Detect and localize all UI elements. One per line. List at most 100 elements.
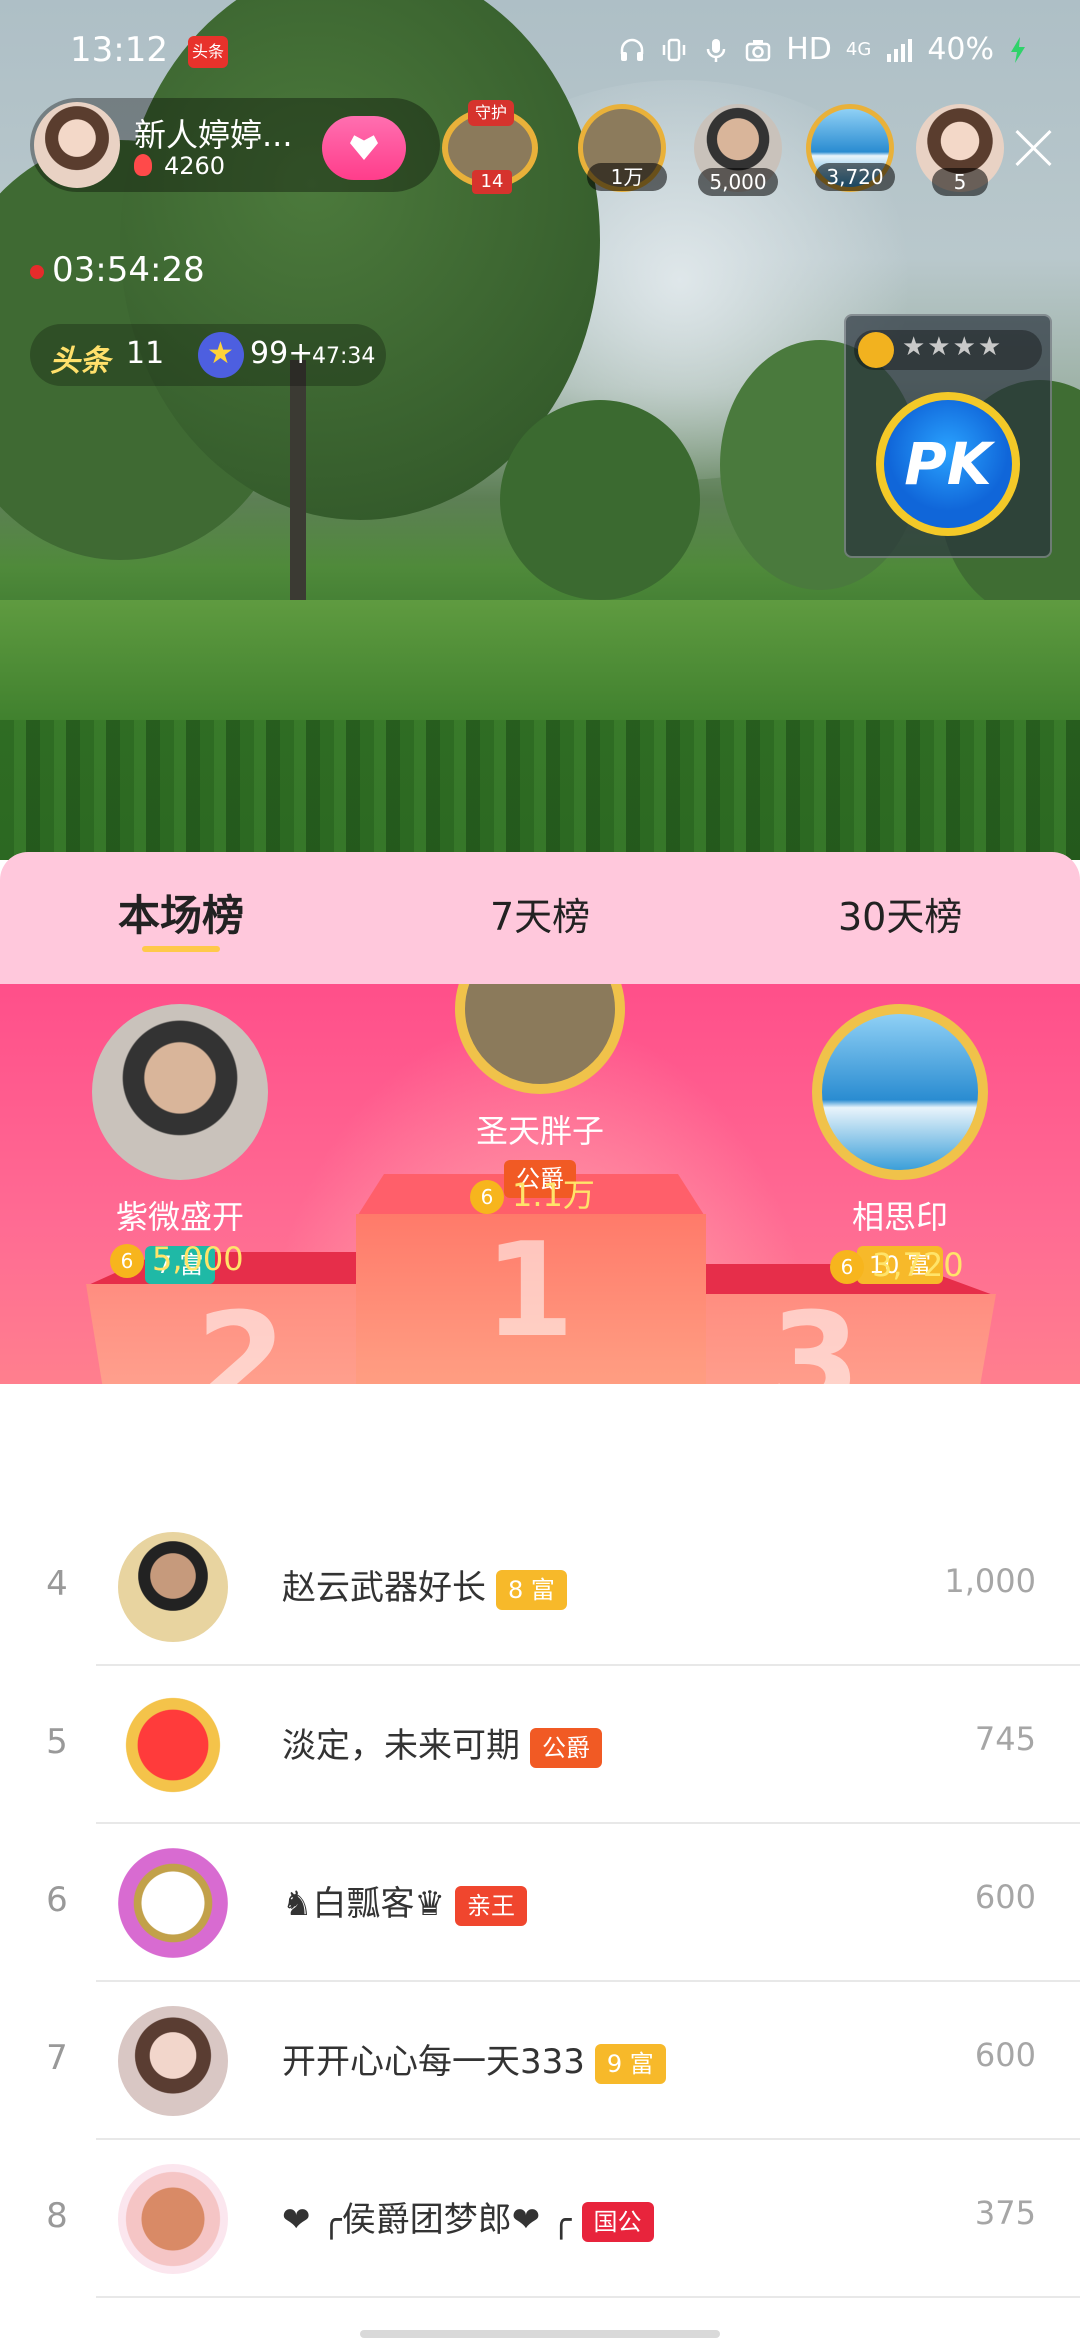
list-name: 赵云武器好长 8 富 [282,1560,567,1610]
list-rank: 4 [46,1564,68,1604]
viewer-avatar-4[interactable]: 5 [916,104,1004,196]
tab-7-days[interactable]: 7天榜 [490,886,590,941]
list-level-badge: 亲王 [454,1885,527,1926]
charging-icon [1008,36,1036,64]
viewer-avatar-2[interactable]: 5,000 [694,104,782,196]
star-timer: 47:34 [312,344,376,369]
list-avatar[interactable] [118,2164,228,2274]
star-count: 99+ [250,336,314,371]
follow-heart-button[interactable] [322,116,406,180]
list-value: 375 [974,2194,1036,2232]
list-item[interactable]: 8 ❤ ╭侯爵团梦郎❤ ╭ 国公 375 [0,2140,1080,2298]
active-tab-indicator [142,946,220,952]
row-divider [96,2296,1080,2298]
list-name: 开开心心每一天333 9 富 [282,2034,666,2084]
list-item[interactable]: 6 ♞白瓢客♛ 亲王 600 [0,1824,1080,1982]
list-item[interactable]: 7 开开心心每一天333 9 富 600 [0,1982,1080,2140]
signal-bars-icon [885,36,913,64]
pk-rank-stars: ★★★★ [902,332,1004,362]
ranking-sheet: 本场榜 7天榜 30天榜 1 2 3 圣天胖子 公爵 6 1.1万 紫微盛开 7 … [0,852,1080,2340]
live-duration: 03:54:28 [30,250,205,290]
tree-right [500,400,700,600]
guard-count: 14 [472,170,512,194]
status-bar: 13:12 头条 HD 4G 40% [0,0,1080,100]
list-name: 淡定，未来可期 公爵 [282,1718,602,1768]
list-avatar[interactable] [118,1532,228,1642]
viewer-value: 5,000 [698,168,778,196]
list-level-badge: 公爵 [530,1727,602,1768]
list-rank: 8 [46,2196,68,2236]
live-dot-icon [30,264,44,279]
third-place-user[interactable]: 相思印 10 富 [780,1004,1020,1284]
second-place-avatar[interactable] [92,1004,268,1180]
list-rank: 6 [46,1880,68,1920]
pk-panel[interactable]: ★★★★ PK [844,314,1052,558]
viewer-value: 1万 [587,163,667,191]
status-icons: HD 4G 40% [618,32,1036,67]
close-icon[interactable] [1012,126,1056,170]
podium-place-1: 1 [484,1214,575,1366]
toutiao-notification-icon: 头条 [188,36,228,68]
list-value: 745 [974,1720,1036,1758]
list-avatar[interactable] [118,1848,228,1958]
headphone-icon [618,36,646,64]
list-avatar[interactable] [118,1690,228,1800]
camera-icon [744,36,772,64]
second-place-name: 紫微盛开 [115,1198,244,1236]
list-avatar[interactable] [118,2006,228,2116]
ranking-tabs: 本场榜 7天榜 30天榜 [0,852,1080,984]
list-level-badge: 国公 [581,2201,654,2242]
live-stats-pill[interactable]: 头条 11 99+ 47:34 [30,324,386,386]
pk-button[interactable]: PK [876,392,1020,536]
viewer-value: 3,720 [815,163,895,191]
guard-tag: 守护 [468,100,514,126]
coin-icon: 6 [110,1244,144,1278]
live-timer-text: 03:54:28 [52,250,205,290]
vibrate-icon [660,36,688,64]
viewer-value: 5 [932,168,988,196]
podium: 1 2 3 圣天胖子 公爵 6 1.1万 紫微盛开 7 富 6 5,000 相思印 … [0,984,1080,1384]
hedge [0,720,1080,860]
viewer-avatar-1[interactable]: 1万 [578,104,667,192]
sun-medal-icon [858,332,894,368]
list-value: 1,000 [944,1562,1036,1600]
podium-place-2: 2 [196,1284,287,1384]
signal-4g-indicator: 4G [845,39,872,60]
first-place-avatar[interactable] [455,984,625,1094]
pk-rank-bar: ★★★★ [854,330,1042,370]
battery-level: 40% [927,32,994,67]
coin-icon: 6 [830,1250,864,1284]
hd-indicator: HD [786,32,832,67]
ranking-list: 4 赵云武器好长 8 富 1,000 5 淡定，未来可期 公爵 745 6 ♞白瓢客… [0,1508,1080,2340]
third-place-avatar[interactable] [812,1004,988,1180]
list-value: 600 [974,1878,1036,1916]
home-indicator[interactable] [360,2330,720,2338]
list-level-badge: 9 富 [594,2043,666,2084]
tab-this-session[interactable]: 本场榜 [118,882,244,943]
third-place-name: 相思印 [851,1198,948,1236]
microphone-icon [702,36,730,64]
list-rank: 7 [46,2038,68,2078]
host-avatar[interactable] [34,102,120,188]
list-value: 600 [974,2036,1036,2074]
list-rank: 5 [46,1722,68,1762]
list-name: ❤ ╭侯爵团梦郎❤ ╭ 国公 [282,2192,654,2242]
third-place-value: 6 3,720 [830,1246,964,1284]
viewer-avatar-3[interactable]: 3,720 [806,104,895,192]
guard-badge[interactable]: 守护 14 [436,100,546,196]
coin-icon: 6 [470,1180,504,1214]
host-heat-value: 4260 [164,152,226,180]
first-place-name: 圣天胖子 [475,1112,604,1150]
toutiao-count: 11 [126,336,165,371]
star-icon [198,332,244,378]
toutiao-label: 头条 [50,344,110,379]
list-name: ♞白瓢客♛ 亲王 [282,1876,527,1926]
list-item[interactable]: 4 赵云武器好长 8 富 1,000 [0,1508,1080,1666]
tab-30-days[interactable]: 30天榜 [838,886,962,941]
first-place-value: 6 1.1万 [470,1170,595,1216]
podium-place-3: 3 [770,1284,861,1384]
first-place-user[interactable]: 圣天胖子 公爵 [400,984,680,1198]
list-item[interactable]: 5 淡定，未来可期 公爵 745 [0,1666,1080,1824]
list-level-badge: 8 富 [496,1569,567,1610]
second-place-value: 6 5,000 [110,1240,244,1278]
